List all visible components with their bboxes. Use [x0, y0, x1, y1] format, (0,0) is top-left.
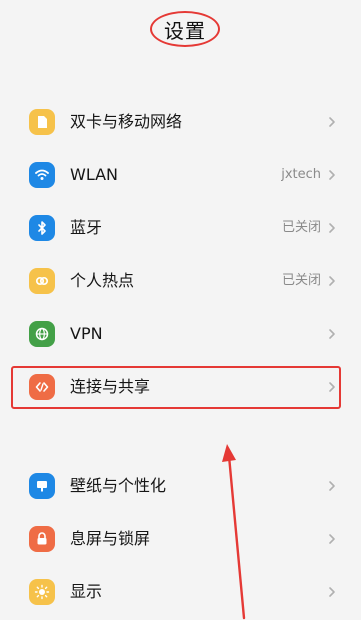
setting-row-bluetooth[interactable]: 蓝牙 已关闭: [0, 202, 361, 254]
bluetooth-icon: [29, 215, 55, 241]
setting-label: VPN: [70, 324, 103, 343]
hotspot-icon: [29, 268, 55, 294]
lock-icon: [29, 526, 55, 552]
setting-label: 双卡与移动网络: [70, 112, 183, 131]
setting-row-connection-and-sharing[interactable]: 连接与共享: [0, 361, 361, 413]
title-bar: 设置: [0, 0, 361, 60]
setting-label: 蓝牙: [70, 218, 103, 237]
chevron-right-icon: [329, 382, 335, 392]
setting-row-sim-and-mobile-network[interactable]: 双卡与移动网络: [0, 96, 361, 148]
setting-label: WLAN: [70, 165, 119, 184]
setting-row-vpn[interactable]: VPN: [0, 308, 361, 360]
display-icon: [29, 579, 55, 605]
setting-label: 息屏与锁屏: [70, 529, 151, 548]
setting-row-screen-off-and-lock-screen[interactable]: 息屏与锁屏: [0, 513, 361, 565]
bluetooth-status: 已关闭: [281, 220, 321, 235]
wifi-icon: [29, 162, 55, 188]
setting-row-display[interactable]: 显示: [0, 566, 361, 618]
chevron-right-icon: [329, 329, 335, 339]
chevron-right-icon: [329, 481, 335, 491]
chevron-right-icon: [329, 170, 335, 180]
settings-page: 设置 双卡与移动网络 WLAN jxtech 蓝牙 已关闭 个人热点 已关闭 V…: [0, 0, 361, 620]
setting-row-wallpaper-and-personalization[interactable]: 壁纸与个性化: [0, 460, 361, 512]
setting-label: 壁纸与个性化: [70, 476, 167, 495]
chevron-right-icon: [329, 534, 335, 544]
connection-sharing-icon: [29, 374, 55, 400]
chevron-right-icon: [329, 276, 335, 286]
setting-label: 个人热点: [70, 271, 135, 290]
setting-label: 连接与共享: [70, 377, 151, 396]
setting-row-wlan[interactable]: WLAN jxtech: [0, 149, 361, 201]
chevron-right-icon: [329, 223, 335, 233]
page-title: 设置: [150, 11, 220, 47]
hotspot-status: 已关闭: [281, 273, 321, 288]
chevron-right-icon: [329, 587, 335, 597]
chevron-right-icon: [329, 117, 335, 127]
setting-row-personal-hotspot[interactable]: 个人热点 已关闭: [0, 255, 361, 307]
sim-card-icon: [29, 109, 55, 135]
vpn-globe-icon: [29, 321, 55, 347]
wlan-network-name: jxtech: [281, 167, 321, 182]
wallpaper-icon: [29, 473, 55, 499]
setting-label: 显示: [70, 582, 103, 601]
